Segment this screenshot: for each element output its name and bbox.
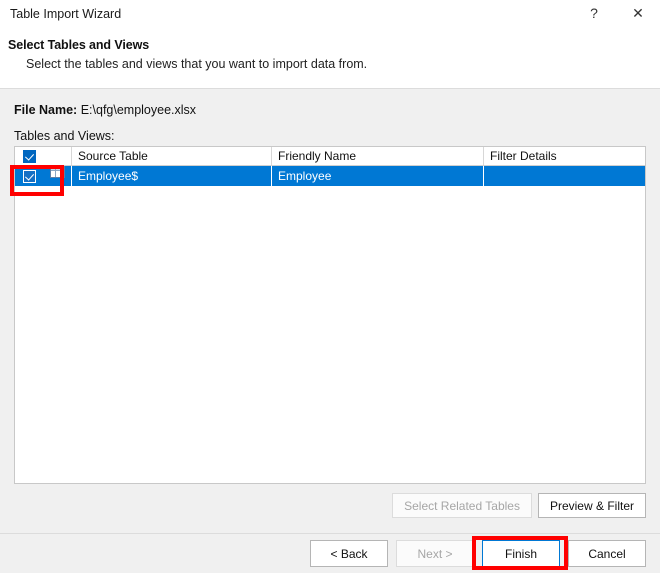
help-icon[interactable]: ? bbox=[572, 0, 616, 26]
tables-list-header: Source Table Friendly Name Filter Detail… bbox=[15, 147, 645, 166]
title-bar: Table Import Wizard ? ✕ bbox=[0, 0, 660, 30]
footer-button-group: < Back Next > Finish Cancel bbox=[310, 540, 646, 567]
cell-friendly-name[interactable]: Employee bbox=[271, 166, 483, 186]
header-icon-spacer bbox=[43, 147, 71, 165]
back-button[interactable]: < Back bbox=[310, 540, 388, 567]
wizard-header: Select Tables and Views Select the table… bbox=[0, 30, 660, 89]
close-icon[interactable]: ✕ bbox=[616, 0, 660, 26]
list-action-buttons: Select Related Tables Preview & Filter bbox=[392, 493, 646, 518]
row-checkbox[interactable] bbox=[22, 169, 36, 183]
row-checkbox-cell[interactable] bbox=[15, 166, 43, 186]
cell-filter-details[interactable] bbox=[483, 166, 645, 186]
file-name-value: E:\qfg\employee.xlsx bbox=[80, 103, 197, 117]
select-related-tables-button[interactable]: Select Related Tables bbox=[392, 493, 532, 518]
table-row[interactable]: Employee$ Employee bbox=[15, 166, 645, 186]
column-header-filter-details[interactable]: Filter Details bbox=[483, 147, 645, 165]
page-title: Select Tables and Views bbox=[8, 38, 150, 52]
cancel-button[interactable]: Cancel bbox=[568, 540, 646, 567]
row-icon-cell bbox=[43, 166, 71, 186]
finish-button[interactable]: Finish bbox=[482, 540, 560, 567]
preview-and-filter-button[interactable]: Preview & Filter bbox=[537, 493, 646, 518]
next-button[interactable]: Next > bbox=[396, 540, 474, 567]
page-subtitle: Select the tables and views that you wan… bbox=[26, 57, 368, 71]
tables-list-panel[interactable]: Source Table Friendly Name Filter Detail… bbox=[14, 146, 646, 484]
file-name-label: File Name: bbox=[14, 103, 78, 117]
column-header-friendly-name[interactable]: Friendly Name bbox=[271, 147, 483, 165]
window-title: Table Import Wizard bbox=[10, 7, 122, 21]
column-header-source-table[interactable]: Source Table bbox=[71, 147, 271, 165]
table-grid-icon bbox=[49, 166, 65, 178]
wizard-body: File Name: E:\qfg\employee.xlsx Tables a… bbox=[0, 89, 660, 533]
wizard-footer: < Back Next > Finish Cancel bbox=[0, 533, 660, 573]
select-all-checkbox[interactable] bbox=[22, 149, 36, 163]
cell-source-table[interactable]: Employee$ bbox=[71, 166, 271, 186]
file-name-row: File Name: E:\qfg\employee.xlsx bbox=[14, 103, 196, 117]
select-all-checkbox-cell[interactable] bbox=[15, 147, 43, 165]
tables-and-views-label: Tables and Views: bbox=[14, 129, 115, 143]
title-bar-buttons: ? ✕ bbox=[572, 0, 660, 30]
